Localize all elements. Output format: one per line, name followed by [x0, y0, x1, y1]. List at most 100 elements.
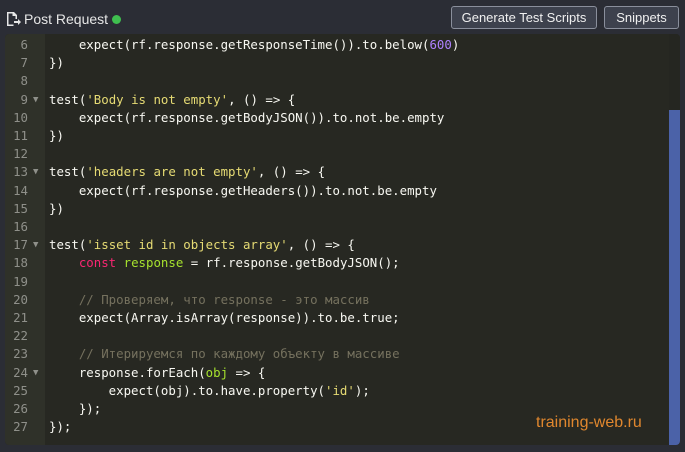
generate-test-scripts-button[interactable]: Generate Test Scripts: [451, 6, 597, 29]
code-line: 25 expect(obj).to.have.property('id');: [5, 382, 675, 400]
code-token: obj: [205, 364, 229, 380]
line-number: 21: [13, 310, 28, 325]
code-token: expect(rf.response.getHeaders()).to.not.…: [49, 182, 437, 198]
snippets-button[interactable]: Snippets: [604, 6, 679, 29]
line-number: 11: [13, 128, 28, 143]
code-text: expect(rf.response.getHeaders()).to.not.…: [49, 182, 437, 200]
code-line: 24 ▼ response.forEach(obj => {: [5, 364, 675, 382]
code-token: }): [49, 128, 64, 143]
line-number: 22: [13, 328, 28, 344]
code-token: expect(rf.response.getResponseTime()).to…: [49, 37, 430, 52]
scrollbar-thumb[interactable]: [669, 110, 680, 445]
code-text: });: [49, 400, 101, 418]
code-text: // Итерируемся по каждому объекту в масс…: [49, 345, 400, 363]
code-text: test('isset id in objects array', () => …: [49, 236, 355, 254]
line-number: 25: [13, 382, 28, 398]
code-text: test('Body is not empty', () => {: [49, 91, 295, 109]
line-number: 20: [13, 291, 28, 307]
fold-arrow-icon[interactable]: ▼: [33, 163, 38, 181]
code-token: const: [78, 255, 117, 271]
code-token: }): [49, 200, 64, 216]
code-token: ): [451, 37, 460, 52]
code-line: 7}): [5, 54, 675, 72]
status-indicator: [112, 14, 122, 24]
watermark: training-web.ru: [536, 414, 642, 431]
code-line: 23 // Итерируемся по каждому объекту в м…: [5, 345, 675, 363]
code-editor[interactable]: 6 expect(rf.response.getResponseTime()).…: [5, 34, 680, 445]
code-token: expect(Array.isArray(response)).to.be.tr…: [49, 310, 400, 325]
code-line: 16: [5, 218, 675, 236]
code-text: expect(obj).to.have.property('id');: [49, 382, 370, 400]
code-line: 21 expect(Array.isArray(response)).to.be…: [5, 309, 675, 327]
line-number: 17: [13, 237, 28, 253]
code-token: expect(rf.response.getBodyJSON()).to.not…: [49, 109, 445, 125]
code-token: response.forEach(: [49, 364, 206, 380]
line-number: 16: [13, 219, 28, 234]
code-text: expect(rf.response.getBodyJSON()).to.not…: [49, 109, 445, 127]
line-number: 18: [13, 255, 28, 271]
code-line: 10 expect(rf.response.getBodyJSON()).to.…: [5, 109, 675, 127]
code-line: 17 ▼ test('isset id in objects array', () …: [5, 236, 675, 254]
code-token: => {: [228, 364, 266, 380]
request-title: Post Request: [24, 11, 109, 27]
code-token: // Проверяем, что response - это массив: [49, 291, 370, 307]
toolbar: Post Request Generate Test Scripts Snipp…: [0, 0, 685, 34]
code-text: // Проверяем, что response - это массив: [49, 291, 370, 309]
line-number: 15: [13, 200, 28, 216]
line-number: 7: [20, 55, 28, 71]
code-text: response.forEach(obj => {: [49, 364, 266, 382]
code-text: expect(rf.response.getResponseTime()).to…: [49, 36, 459, 54]
code-token: });: [49, 419, 72, 435]
code-token: 'Body is not empty': [86, 91, 229, 107]
code-line: 12: [5, 145, 675, 163]
code-text: });: [49, 418, 71, 436]
code-line: 11}): [5, 127, 675, 145]
code-text: }): [49, 200, 64, 218]
code-token: }): [49, 55, 64, 71]
code-text: }): [49, 54, 64, 72]
line-number: 27: [13, 419, 28, 435]
request-title-area: Post Request: [5, 11, 122, 27]
code-token: );: [354, 382, 370, 398]
code-token: // Итерируемся по каждому объекту в масс…: [49, 346, 400, 362]
code-token: response: [123, 255, 184, 271]
code-line: 6 expect(rf.response.getResponseTime()).…: [5, 36, 675, 54]
line-number: 19: [13, 273, 28, 289]
code-token: 'headers are not empty': [86, 164, 258, 180]
line-number: 8: [20, 73, 28, 89]
code-text: test('headers are not empty', () => {: [49, 163, 325, 181]
document-share-icon: [7, 12, 21, 26]
code-line: 20 // Проверяем, что response - это масс…: [5, 291, 675, 309]
code-line: 19: [5, 273, 675, 291]
code-line: 18 const response = rf.response.getBodyJ…: [5, 254, 675, 272]
code-line: 14 expect(rf.response.getHeaders()).to.n…: [5, 182, 675, 200]
line-number: 12: [13, 146, 28, 162]
code-text: expect(Array.isArray(response)).to.be.tr…: [49, 309, 400, 327]
code-token: test(: [49, 91, 87, 107]
code-token: , () => {: [228, 91, 296, 107]
code-line: 15}): [5, 200, 675, 218]
code-token: });: [49, 401, 102, 416]
code-token: 'isset id in objects array': [86, 237, 288, 253]
line-number: 6: [20, 37, 28, 52]
code-text: const response = rf.response.getBodyJSON…: [49, 254, 400, 272]
line-number: 23: [13, 346, 28, 362]
code-token: 600: [429, 37, 452, 52]
fold-arrow-icon[interactable]: ▼: [33, 236, 38, 254]
line-number: 24: [13, 364, 28, 380]
code-text: }): [49, 127, 64, 145]
line-number: 14: [13, 182, 28, 198]
code-line: 22: [5, 327, 675, 345]
code-line: 8: [5, 72, 675, 90]
line-number: 26: [13, 401, 28, 416]
code-token: test(: [49, 237, 87, 253]
line-number: 9: [20, 91, 28, 107]
fold-arrow-icon[interactable]: ▼: [33, 91, 38, 109]
code-token: , () => {: [257, 164, 326, 180]
code-token: , () => {: [287, 237, 355, 253]
fold-arrow-icon[interactable]: ▼: [33, 364, 38, 382]
code-token: test(: [49, 164, 87, 180]
line-number: 10: [13, 109, 28, 125]
